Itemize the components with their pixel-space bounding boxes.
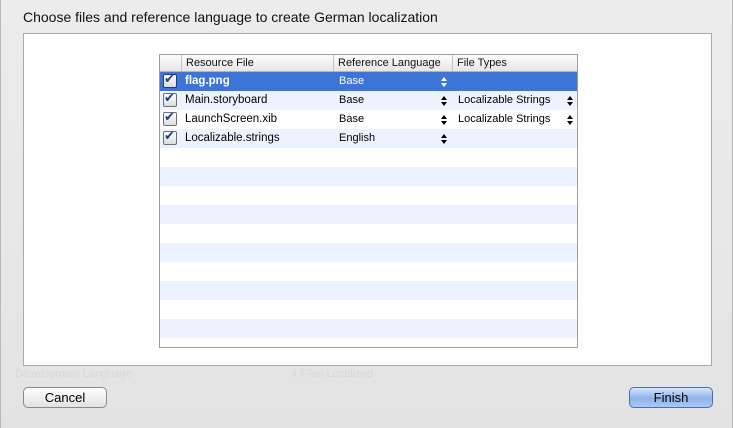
reference-language-popup[interactable]: Base	[339, 91, 364, 110]
localization-table[interactable]: Resource File Reference Language File Ty…	[159, 54, 578, 348]
header-file-types[interactable]: File Types	[452, 55, 577, 71]
empty-table-row	[160, 281, 577, 300]
checkmark-icon: ✔	[164, 128, 175, 143]
reference-language-popup[interactable]: English	[339, 129, 375, 148]
checkbox-box: ✔	[163, 128, 177, 145]
resource-file-name: LaunchScreen.xib	[185, 113, 278, 125]
checkmark-icon: ✔	[164, 71, 175, 86]
checkmark-icon: ✔	[164, 90, 175, 105]
resource-file-name: flag.png	[185, 75, 230, 87]
header-resource-file[interactable]: Resource File	[181, 55, 333, 71]
include-checkbox[interactable]: ✔	[163, 128, 177, 145]
empty-table-row	[160, 186, 577, 205]
empty-table-row	[160, 205, 577, 224]
resource-file-name: Main.storyboard	[185, 94, 268, 106]
include-checkbox[interactable]: ✔	[163, 71, 177, 88]
empty-table-row	[160, 243, 577, 262]
table-row[interactable]: ✔ flag.png Base	[160, 71, 577, 91]
checkmark-icon: ✔	[164, 109, 175, 124]
table-body: ✔ flag.png Base ✔ Main.storyboard Base Localiz…	[160, 71, 577, 347]
dialog-title: Choose files and reference language to c…	[23, 9, 438, 25]
table-row[interactable]: ✔ LaunchScreen.xib Base Localizable Strings	[160, 109, 577, 129]
background-ghost-label: Development Language	[15, 368, 132, 380]
empty-table-row	[160, 319, 577, 338]
empty-table-row	[160, 262, 577, 281]
empty-table-row	[160, 338, 577, 347]
reference-language-popup[interactable]: Base	[339, 72, 364, 91]
file-type-popup[interactable]: Localizable Strings	[458, 91, 550, 110]
resource-file-name: Localizable.strings	[185, 132, 280, 144]
file-type-popup[interactable]: Localizable Strings	[458, 110, 550, 129]
checkbox-box: ✔	[163, 90, 177, 107]
header-checkbox-column[interactable]	[160, 55, 181, 71]
empty-table-row	[160, 148, 577, 167]
localization-sheet: Development Language 4 Files Localized C…	[0, 0, 733, 428]
table-header: Resource File Reference Language File Ty…	[160, 55, 577, 72]
include-checkbox[interactable]: ✔	[163, 90, 177, 107]
empty-table-row	[160, 300, 577, 319]
cancel-button[interactable]: Cancel	[23, 387, 107, 408]
header-reference-language[interactable]: Reference Language	[333, 55, 452, 71]
checkbox-box: ✔	[163, 109, 177, 126]
finish-button[interactable]: Finish	[629, 387, 713, 408]
empty-table-row	[160, 167, 577, 186]
table-row[interactable]: ✔ Main.storyboard Base Localizable Strings	[160, 90, 577, 110]
checkbox-box: ✔	[163, 71, 177, 88]
include-checkbox[interactable]: ✔	[163, 109, 177, 126]
content-panel: Resource File Reference Language File Ty…	[23, 33, 712, 366]
empty-table-row	[160, 224, 577, 243]
table-row[interactable]: ✔ Localizable.strings English	[160, 128, 577, 148]
background-ghost-count: 4 Files Localized	[291, 368, 373, 380]
reference-language-popup[interactable]: Base	[339, 110, 364, 129]
